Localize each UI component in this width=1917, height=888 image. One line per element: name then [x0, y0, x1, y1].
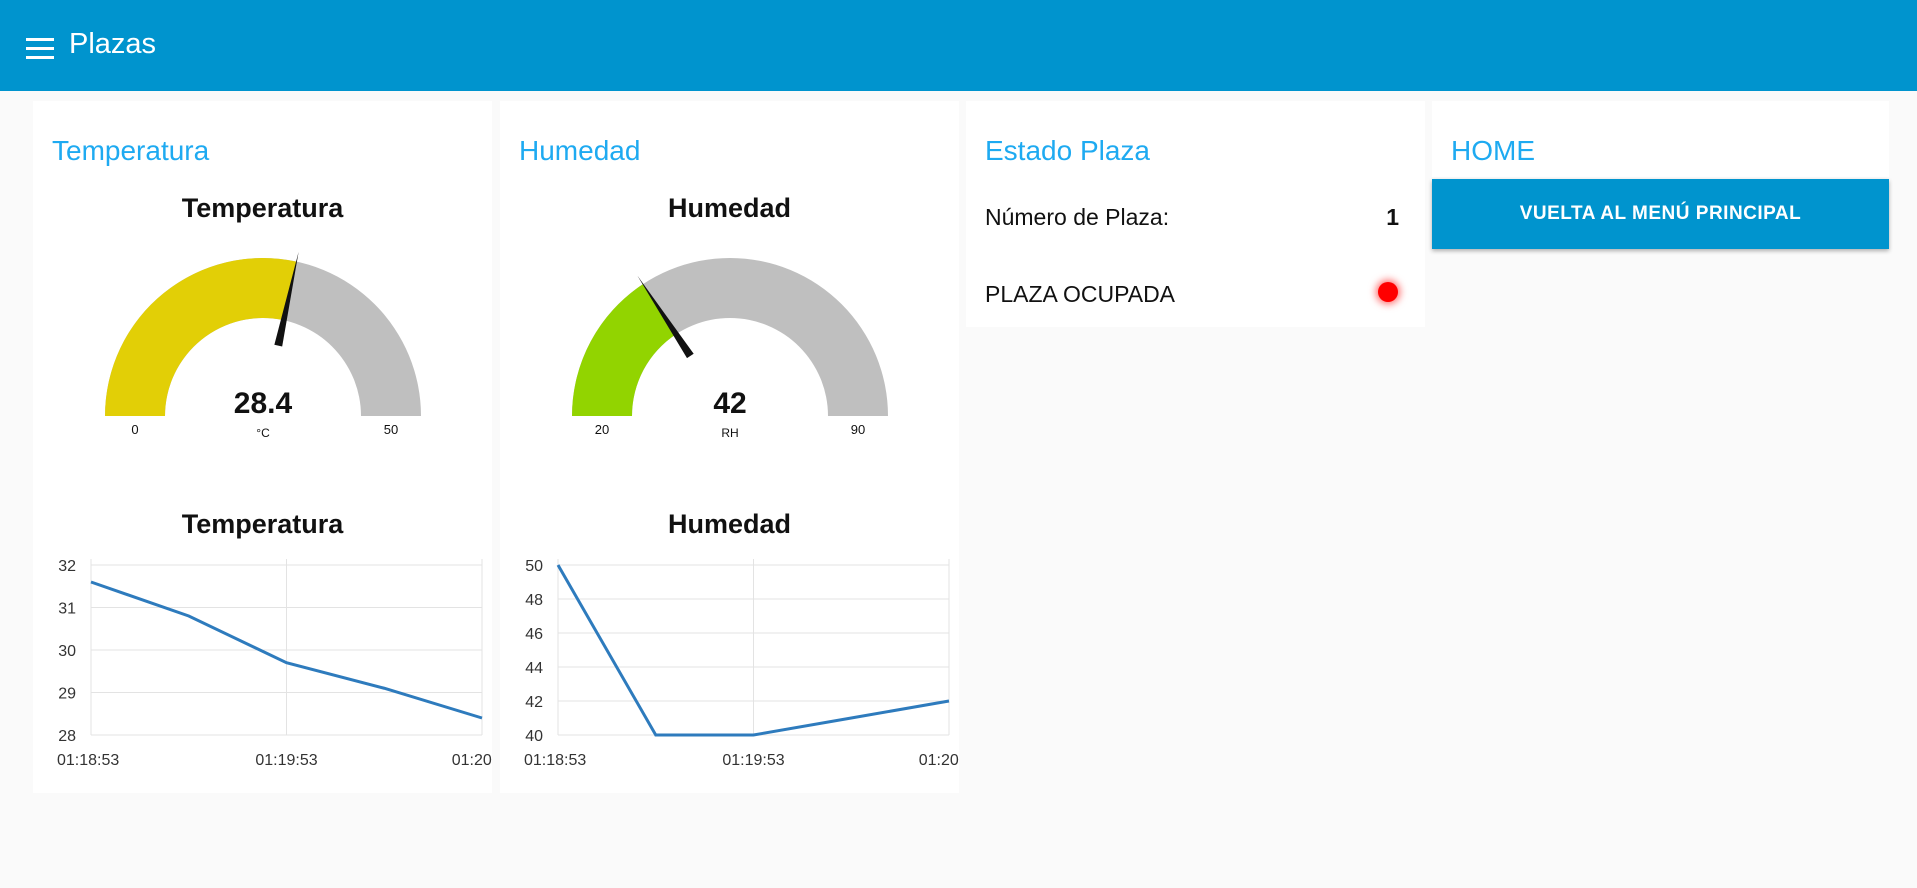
gauge-min: 20 — [595, 422, 609, 437]
y-tick-label: 40 — [525, 728, 543, 745]
gauge-value: 28.4 — [234, 387, 293, 420]
numero-plaza-value: 1 — [1386, 204, 1399, 230]
y-tick-label: 32 — [58, 558, 76, 575]
x-tick-label: 01:18:53 — [57, 752, 119, 769]
plaza-status-label: PLAZA OCUPADA — [985, 281, 1176, 307]
home-card: HOME — [1432, 101, 1889, 177]
x-tick-label: 01:20:56 — [452, 752, 492, 769]
page-title: Plazas — [69, 28, 157, 60]
chart-title-temperatura: Temperatura — [181, 509, 344, 539]
top-toolbar: Plazas — [0, 0, 1917, 91]
y-tick-label: 29 — [58, 686, 76, 703]
temperatura-gauge: 28.4 °C 0 50 — [105, 251, 421, 440]
estado-plaza-card: Estado Plaza Número de Plaza: 1 PLAZA OC… — [966, 101, 1425, 327]
y-tick-label: 50 — [525, 558, 543, 575]
chart-title-humedad: Humedad — [667, 509, 792, 539]
card-title-temperatura: Temperatura — [52, 135, 210, 166]
card-title-humedad: Humedad — [519, 135, 641, 166]
gauge-max: 90 — [851, 422, 865, 437]
y-tick-label: 46 — [525, 626, 543, 643]
y-tick-label: 28 — [58, 728, 76, 745]
x-tick-label: 01:19:53 — [255, 752, 317, 769]
gauge-title-humedad: Humedad — [667, 193, 792, 223]
x-tick-label: 01:20:56 — [919, 752, 959, 769]
numero-plaza-label: Número de Plaza: — [985, 204, 1170, 230]
x-tick-label: 01:19:53 — [722, 752, 784, 769]
y-tick-label: 48 — [525, 592, 543, 609]
humedad-gauge: 42 RH 20 90 — [572, 258, 888, 440]
y-tick-label: 31 — [58, 601, 76, 618]
x-tick-label: 01:18:53 — [524, 752, 586, 769]
gauge-units: RH — [721, 426, 738, 440]
gauge-min: 0 — [131, 422, 138, 437]
gauge-units: °C — [256, 426, 270, 440]
y-tick-label: 30 — [58, 643, 76, 660]
card-title-estado: Estado Plaza — [985, 135, 1150, 166]
y-tick-label: 42 — [525, 694, 543, 711]
gauge-value: 42 — [713, 387, 746, 420]
humedad-chart: 40 42 44 46 48 50 01:18:53 01:19:53 01:20:56 — [524, 558, 959, 769]
gauge-max: 50 — [384, 422, 398, 437]
status-led — [1378, 282, 1398, 302]
y-tick-label: 44 — [525, 660, 543, 677]
humedad-card: Humedad Humedad 42 RH 20 90 Humedad 40 42… — [500, 101, 959, 793]
back-to-main-menu-button[interactable]: VUELTA AL MENÚ PRINCIPAL — [1432, 179, 1889, 249]
temperatura-chart: 28 29 30 31 32 01:18:53 01:19:53 01:20:56 — [57, 558, 492, 769]
gauge-title-temperatura: Temperatura — [181, 193, 344, 223]
card-title-home: HOME — [1451, 135, 1535, 166]
menu-icon[interactable] — [26, 38, 54, 60]
temperatura-card: Temperatura Temperatura 28.4 °C 0 50 Tem… — [33, 101, 492, 793]
